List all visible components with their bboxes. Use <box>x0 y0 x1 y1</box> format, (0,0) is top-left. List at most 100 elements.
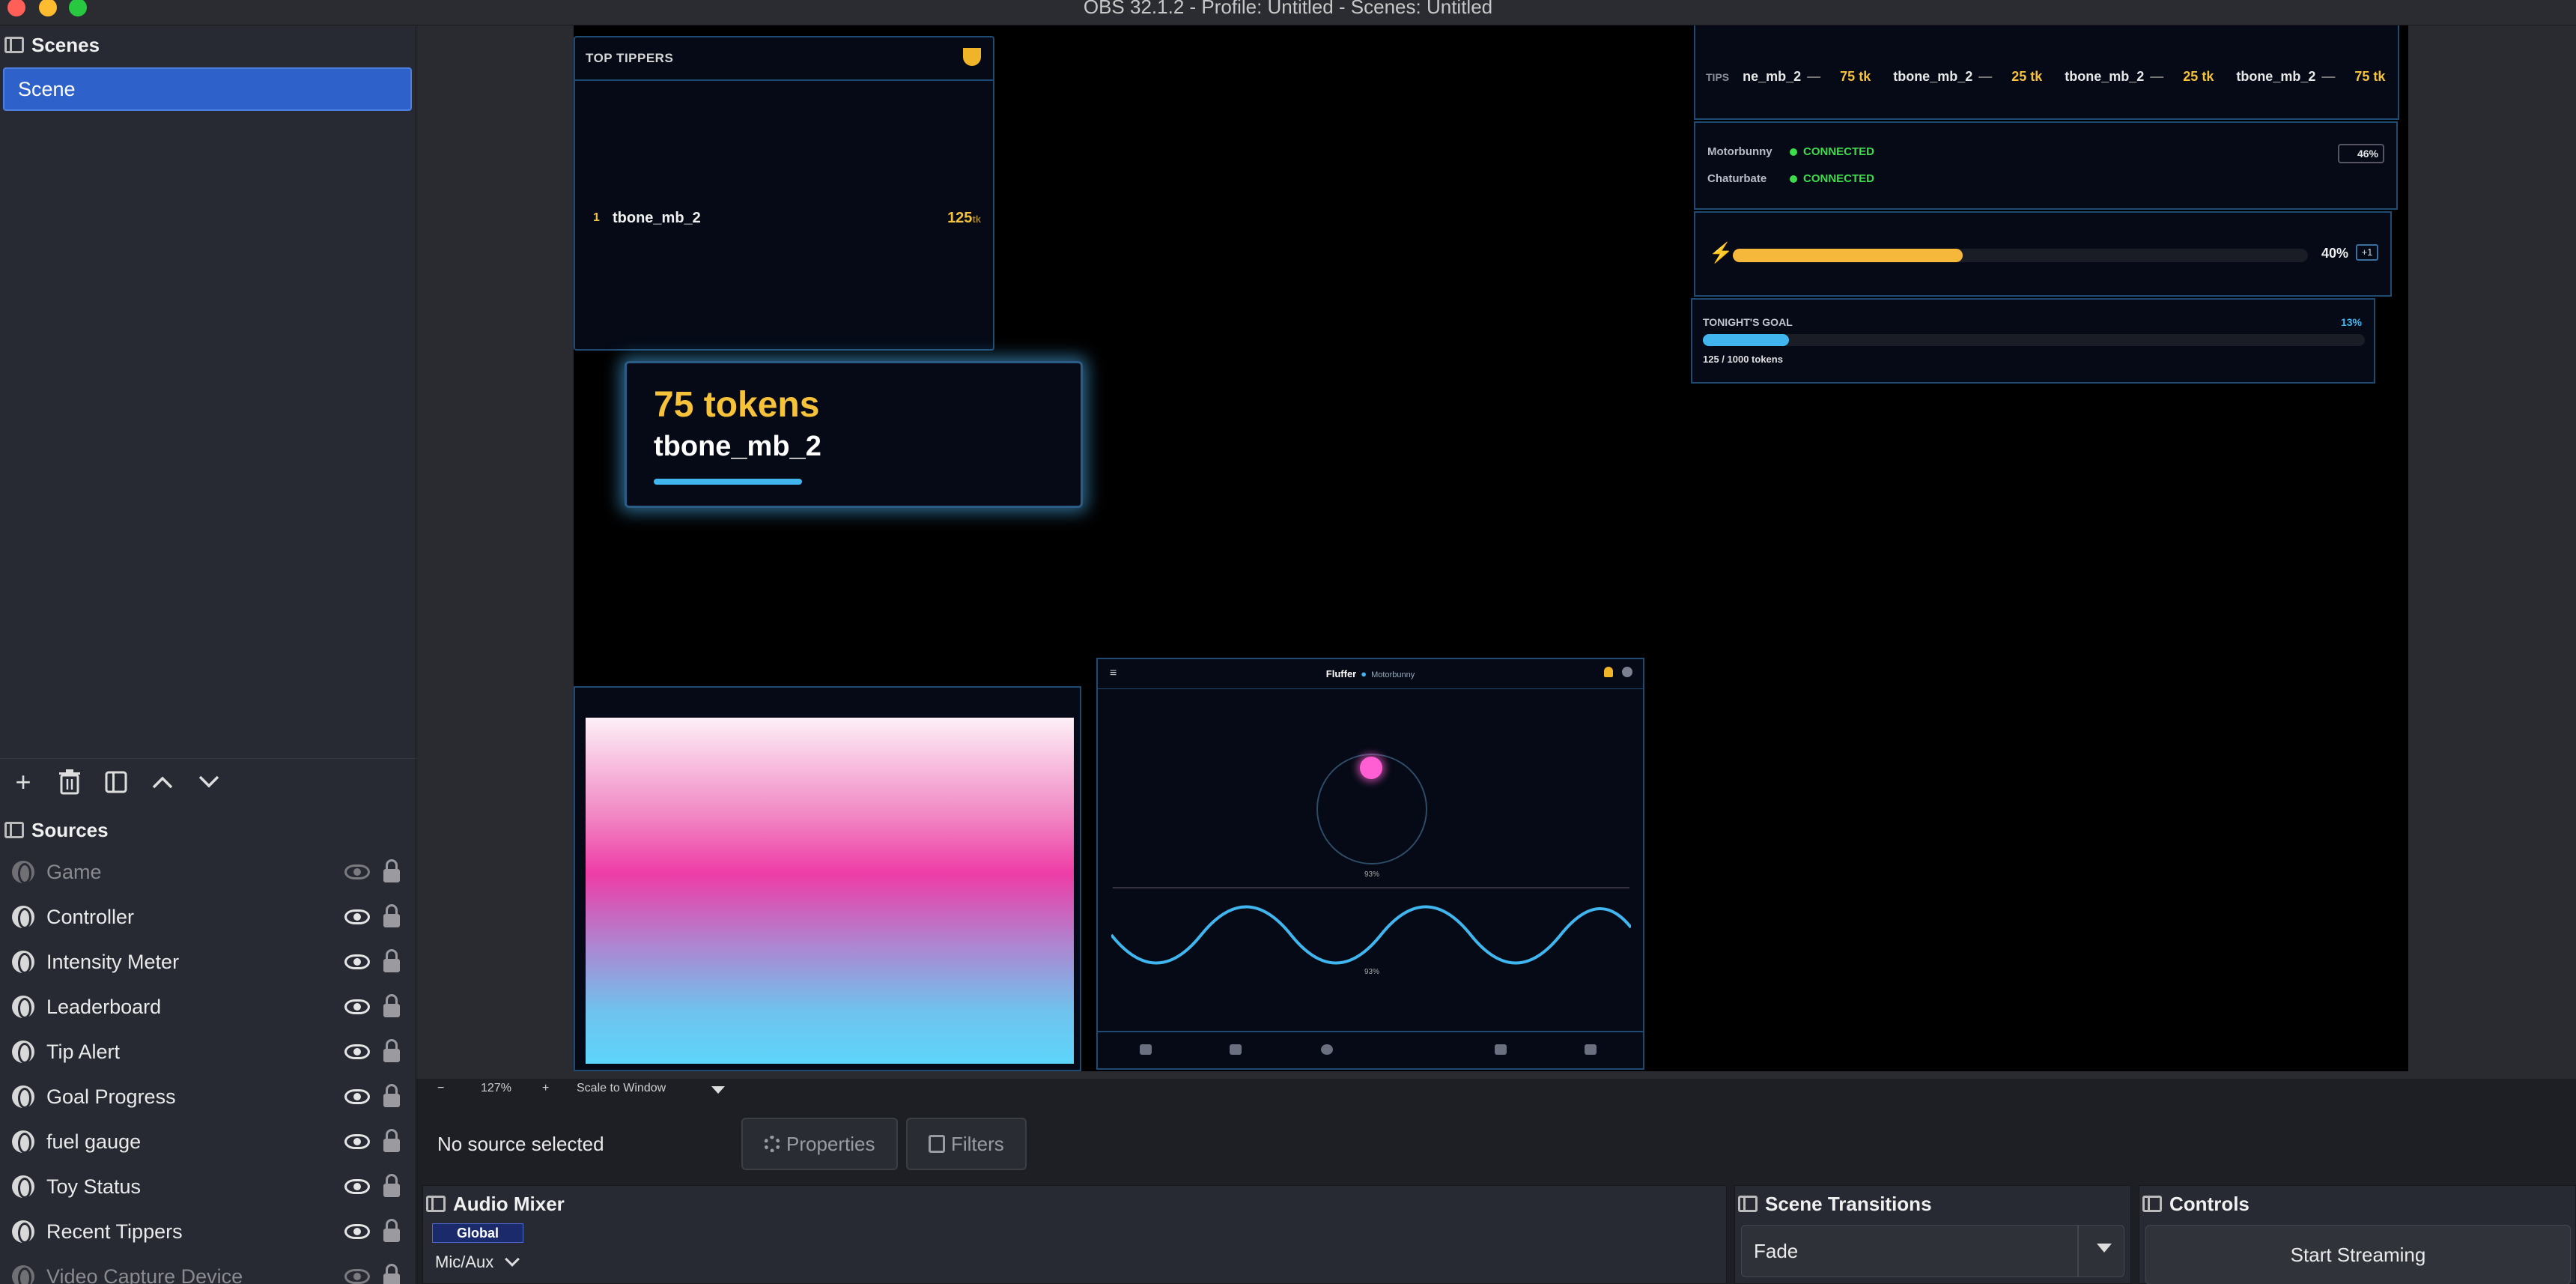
audio-mixer-dock: Audio Mixer Global Mic/Aux <box>422 1185 1727 1284</box>
toy-status-overlay: Motorbunny CONNECTED Chaturbate CONNECTE… <box>1694 121 2398 210</box>
zoom-bar: − 127% + Scale to Window <box>430 1079 2552 1101</box>
zoom-in-button[interactable]: + <box>542 1082 549 1095</box>
eye-icon[interactable] <box>344 909 370 924</box>
source-item[interactable]: Recent Tippers <box>0 1209 416 1254</box>
remove-scene-button[interactable] <box>46 759 93 805</box>
zoom-mode-select[interactable]: Scale to Window <box>577 1082 666 1095</box>
audio-mixer-title: Audio Mixer <box>426 1187 565 1220</box>
sources-title: Sources <box>31 818 109 841</box>
controller-brand: Fluffer ● Motorbunny <box>1325 668 1415 679</box>
eye-icon[interactable] <box>344 1224 370 1239</box>
music-icon <box>1495 1044 1507 1055</box>
goal-progress-overlay: TONIGHT'S GOAL 13% 125 / 1000 tokens <box>1691 298 2375 384</box>
browser-source-icon <box>12 1175 34 1199</box>
lock-icon[interactable] <box>383 1264 400 1284</box>
source-item[interactable]: Toy Status <box>0 1164 416 1209</box>
scene-item[interactable]: Scene <box>3 67 412 111</box>
zoom-out-button[interactable]: − <box>437 1082 444 1095</box>
start-streaming-button[interactable]: Start Streaming <box>2145 1225 2571 1284</box>
browser-source-icon <box>12 1041 34 1064</box>
scene-filters-button[interactable] <box>93 759 139 805</box>
mic-aux-channel[interactable]: Mic/Aux <box>431 1247 523 1277</box>
trash-icon <box>59 769 80 794</box>
eye-icon[interactable] <box>344 1134 370 1149</box>
filters-label: Filters <box>951 1132 1004 1155</box>
context-bar: No source selected Properties Filters <box>416 1110 2576 1176</box>
eye-icon[interactable] <box>344 954 370 969</box>
controls-title: Controls <box>2142 1187 2250 1220</box>
source-name: Goal Progress <box>46 1085 176 1108</box>
book-icon <box>1230 1044 1242 1055</box>
source-item[interactable]: Leaderboard <box>0 984 416 1029</box>
move-scene-down-button[interactable] <box>186 759 232 805</box>
gamepad-icon <box>1140 1044 1152 1055</box>
ticker-separator: — <box>1807 69 1821 84</box>
source-item[interactable]: Tip Alert <box>0 1029 416 1074</box>
global-audio-button[interactable]: Global <box>432 1223 523 1243</box>
preview-canvas[interactable]: TOP TIPPERS 1 tbone_mb_2 125tk 75 tokens… <box>574 25 2408 1071</box>
ticker-amount: 75 tk <box>1840 69 1871 84</box>
fuel-increment-button: +1 <box>2356 244 2378 261</box>
ticker-separator: — <box>1978 69 1993 84</box>
add-scene-button[interactable]: + <box>0 759 46 805</box>
eye-off-icon[interactable] <box>344 1269 370 1284</box>
eye-icon[interactable] <box>344 1089 370 1104</box>
lock-icon[interactable] <box>383 1174 400 1197</box>
lock-icon[interactable] <box>383 1084 400 1107</box>
goal-percent: 13% <box>2340 316 2362 328</box>
filter-icon <box>105 771 127 793</box>
controls-dock: Controls Start Streaming <box>2139 1185 2576 1284</box>
lock-icon[interactable] <box>383 1219 400 1242</box>
source-item[interactable]: Intensity Meter <box>0 939 416 984</box>
fuel-track <box>1733 249 2308 262</box>
no-source-label: No source selected <box>437 1133 604 1155</box>
dock-icon <box>4 37 24 53</box>
source-name: Leaderboard <box>46 995 162 1018</box>
tip-alert-amount: 75 tokens <box>654 385 820 425</box>
eye-icon[interactable] <box>344 999 370 1014</box>
toy-status-row: Chaturbate CONNECTED <box>1707 172 1874 185</box>
properties-label: Properties <box>786 1132 875 1155</box>
zoom-mode-dropdown-icon[interactable] <box>711 1086 725 1094</box>
browser-source-icon <box>12 996 34 1019</box>
lock-icon[interactable] <box>383 1039 400 1062</box>
lock-icon[interactable] <box>383 1129 400 1152</box>
source-item[interactable]: fuel gauge <box>0 1119 416 1164</box>
obs-window: OBS 32.1.2 - Profile: Untitled - Scenes:… <box>0 0 2576 1284</box>
controller-divider <box>1113 887 1629 888</box>
ticker-amount: 75 tk <box>2354 69 2386 84</box>
lock-icon[interactable] <box>383 859 400 882</box>
source-name: Intensity Meter <box>46 950 180 973</box>
scenes-dock-title: Scenes <box>4 28 100 61</box>
eye-icon[interactable] <box>344 1179 370 1194</box>
properties-button[interactable]: Properties <box>741 1118 898 1170</box>
source-item[interactable]: Video Capture Device <box>0 1254 416 1284</box>
filters-button[interactable]: Filters <box>906 1118 1027 1170</box>
eye-icon[interactable] <box>344 1044 370 1059</box>
source-name: Tip Alert <box>46 1040 121 1063</box>
source-item[interactable]: Game <box>0 850 416 894</box>
fuel-fill <box>1733 249 1963 262</box>
source-item[interactable]: Goal Progress <box>0 1074 416 1119</box>
move-scene-up-button[interactable] <box>139 759 186 805</box>
bulb-icon <box>1321 1044 1333 1055</box>
eye-off-icon[interactable] <box>344 864 370 879</box>
fuel-percent: 40% <box>2321 246 2349 261</box>
guitar-icon <box>1585 1044 1597 1055</box>
lock-icon[interactable] <box>383 904 400 927</box>
leaderboard-title: TOP TIPPERS <box>575 37 993 81</box>
user-icon <box>1622 667 1632 677</box>
goal-fill <box>1703 334 1789 346</box>
chevron-up-icon <box>152 776 173 788</box>
lock-icon[interactable] <box>383 994 400 1017</box>
tip-alert-timer-bar <box>654 479 802 485</box>
leaderboard-rank: 1 <box>593 211 600 224</box>
transition-select[interactable]: Fade <box>1741 1225 2124 1277</box>
ticker-user: tbone_mb_2 <box>1893 69 1973 84</box>
knob-indicator <box>1360 757 1382 779</box>
lock-icon[interactable] <box>383 949 400 972</box>
goal-track <box>1703 334 2365 346</box>
intensity-gradient <box>586 718 1074 1064</box>
title-bar: OBS 32.1.2 - Profile: Untitled - Scenes:… <box>0 0 2576 25</box>
source-item[interactable]: Controller <box>0 894 416 939</box>
